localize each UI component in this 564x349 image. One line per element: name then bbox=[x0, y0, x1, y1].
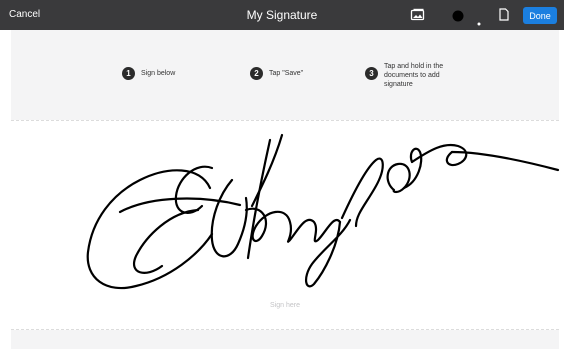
signature-drawing bbox=[86, 133, 560, 290]
